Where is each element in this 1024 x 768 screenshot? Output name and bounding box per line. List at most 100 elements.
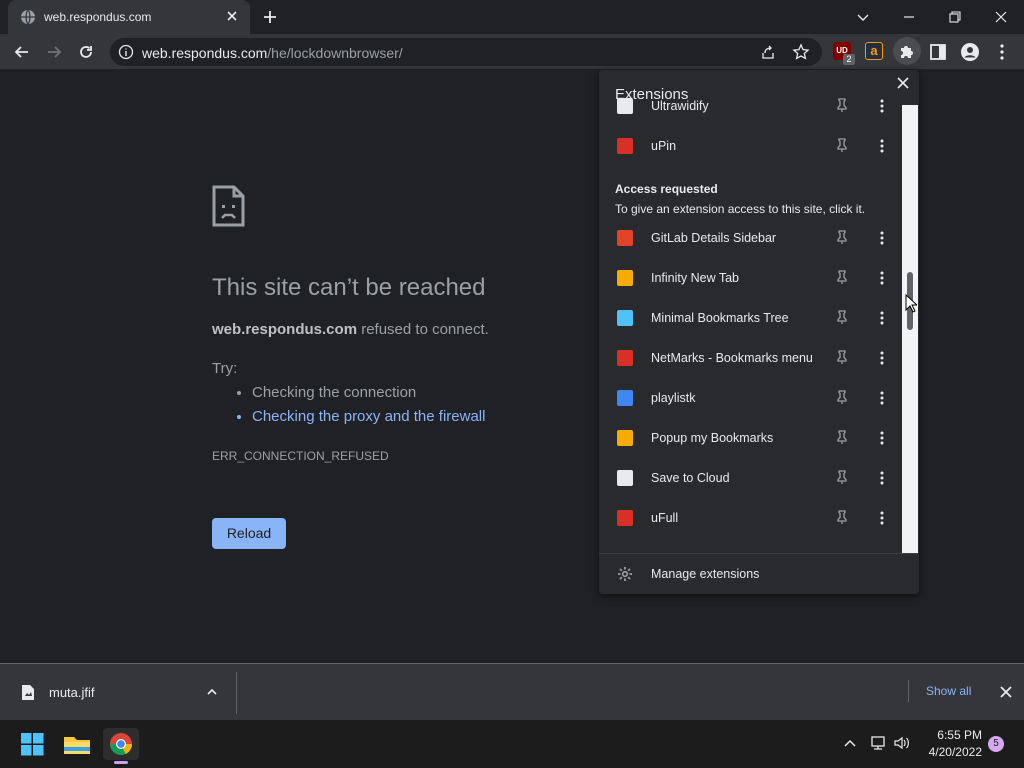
manage-extensions-label: Manage extensions: [651, 567, 760, 581]
pin-icon[interactable]: [835, 469, 849, 485]
side-panel-icon[interactable]: [928, 42, 948, 62]
folder-icon: [64, 737, 90, 754]
url-text: web.respondus.com/he/lockdownbrowser/: [142, 45, 403, 61]
clock-time[interactable]: 6:55 PM: [930, 728, 982, 742]
more-options-icon[interactable]: [875, 350, 889, 366]
chrome-taskbar-button[interactable]: [103, 728, 139, 760]
pin-icon[interactable]: [835, 349, 849, 365]
browser-toolbar: web.respondus.com/he/lockdownbrowser/ UD…: [0, 34, 1024, 70]
chevron-up-tray-icon[interactable]: [843, 736, 857, 750]
extension-row[interactable]: playlistk: [599, 378, 899, 418]
share-icon[interactable]: [760, 44, 776, 60]
download-separator: [236, 672, 237, 714]
infinity-icon: [617, 270, 633, 286]
extension-row[interactable]: Save to Cloud: [599, 458, 899, 498]
more-options-icon[interactable]: [875, 230, 889, 246]
ufull-icon: [617, 510, 633, 526]
profile-icon[interactable]: [960, 42, 980, 62]
info-icon[interactable]: [118, 44, 134, 60]
pin-icon[interactable]: [835, 137, 849, 153]
access-requested-description: To give an extension access to this site…: [615, 202, 866, 216]
pin-icon[interactable]: [835, 97, 849, 113]
extension-row[interactable]: uFull: [599, 498, 899, 538]
amazon-extension-icon[interactable]: a: [865, 42, 883, 60]
back-icon[interactable]: [12, 42, 32, 62]
reload-button[interactable]: Reload: [212, 518, 286, 549]
close-shelf-icon[interactable]: [998, 684, 1014, 700]
new-tab-icon[interactable]: [261, 8, 279, 26]
more-options-icon[interactable]: [875, 98, 889, 114]
puzzle-icon[interactable]: [897, 42, 917, 62]
pin-icon[interactable]: [835, 269, 849, 285]
close-window-icon[interactable]: [990, 6, 1012, 28]
more-options-icon[interactable]: [875, 430, 889, 446]
browser-tab[interactable]: web.respondus.com: [8, 0, 250, 34]
windows-logo-icon: [21, 733, 44, 756]
extension-name: Minimal Bookmarks Tree: [651, 311, 789, 325]
suggestion-check-proxy-link[interactable]: Checking the proxy and the firewall: [252, 408, 485, 432]
show-all-separator: [908, 680, 909, 702]
popup-divider: [599, 553, 919, 554]
pin-icon[interactable]: [835, 229, 849, 245]
extension-name: uPin: [651, 139, 677, 153]
download-item[interactable]: muta.jfif: [0, 664, 236, 720]
close-tab-icon[interactable]: [224, 8, 240, 24]
more-options-icon[interactable]: [875, 310, 889, 326]
popup-bookmarks-icon: [617, 430, 633, 446]
extension-row[interactable]: uPin: [599, 126, 899, 166]
network-icon[interactable]: [869, 735, 887, 751]
chevron-up-icon[interactable]: [205, 685, 219, 699]
gear-icon: [618, 567, 632, 581]
tab-strip: web.respondus.com: [0, 0, 1024, 34]
notification-badge[interactable]: 5: [988, 736, 1004, 752]
more-options-icon[interactable]: [875, 510, 889, 526]
image-file-icon: [22, 685, 34, 700]
ublock-count-badge: 2: [843, 54, 855, 65]
extension-row[interactable]: GitLab Details Sidebar: [599, 218, 899, 258]
access-requested-heading: Access requested: [615, 182, 718, 196]
start-button[interactable]: [14, 728, 50, 760]
try-label: Try:: [212, 360, 238, 377]
extension-row[interactable]: Infinity New Tab: [599, 258, 899, 298]
more-options-icon[interactable]: [875, 470, 889, 486]
bookmark-star-icon[interactable]: [792, 43, 810, 61]
suggestion-check-connection: Checking the connection: [252, 384, 485, 408]
more-options-icon[interactable]: [875, 390, 889, 406]
download-shelf: muta.jfif Show all: [0, 663, 1024, 720]
reload-icon[interactable]: [76, 42, 96, 62]
netmarks-icon: [617, 350, 633, 366]
address-bar[interactable]: web.respondus.com/he/lockdownbrowser/: [110, 38, 822, 66]
volume-icon[interactable]: [893, 735, 911, 751]
file-explorer-button[interactable]: [59, 728, 95, 760]
extension-row[interactable]: Ultrawidify: [599, 86, 899, 126]
ultrawidify-icon: [617, 98, 633, 114]
extension-name: playlistk: [651, 391, 696, 405]
upin-icon: [617, 138, 633, 154]
windows-taskbar: 6:55 PM 4/20/2022: [0, 720, 1024, 768]
manage-extensions-button[interactable]: Manage extensions: [599, 555, 919, 593]
show-all-link[interactable]: Show all: [926, 684, 971, 698]
more-options-icon[interactable]: [875, 138, 889, 154]
forward-icon[interactable]: [44, 42, 64, 62]
pin-icon[interactable]: [835, 509, 849, 525]
menu-kebab-icon[interactable]: [992, 42, 1012, 62]
error-title: This site can’t be reached: [212, 274, 486, 301]
extension-row[interactable]: Popup my Bookmarks: [599, 418, 899, 458]
tab-search-icon[interactable]: [852, 6, 874, 28]
pin-icon[interactable]: [835, 309, 849, 325]
clock-date[interactable]: 4/20/2022: [922, 745, 982, 759]
pin-icon[interactable]: [835, 389, 849, 405]
restore-icon[interactable]: [944, 6, 966, 28]
active-app-indicator: [114, 761, 128, 764]
error-code: ERR_CONNECTION_REFUSED: [212, 449, 389, 463]
pin-icon[interactable]: [835, 429, 849, 445]
bookmarks-tree-icon: [617, 310, 633, 326]
extension-row[interactable]: NetMarks - Bookmarks menu: [599, 338, 899, 378]
amazon-label: a: [870, 43, 878, 58]
minimize-icon[interactable]: [898, 6, 920, 28]
extensions-popup: Extensions Ultrawidify uPin GitLab Details…: [599, 70, 919, 594]
suggestions-list: Checking the connection Checking the pro…: [252, 384, 485, 432]
more-options-icon[interactable]: [875, 270, 889, 286]
gitlab-icon: [617, 230, 633, 246]
extension-row[interactable]: Minimal Bookmarks Tree: [599, 298, 899, 338]
